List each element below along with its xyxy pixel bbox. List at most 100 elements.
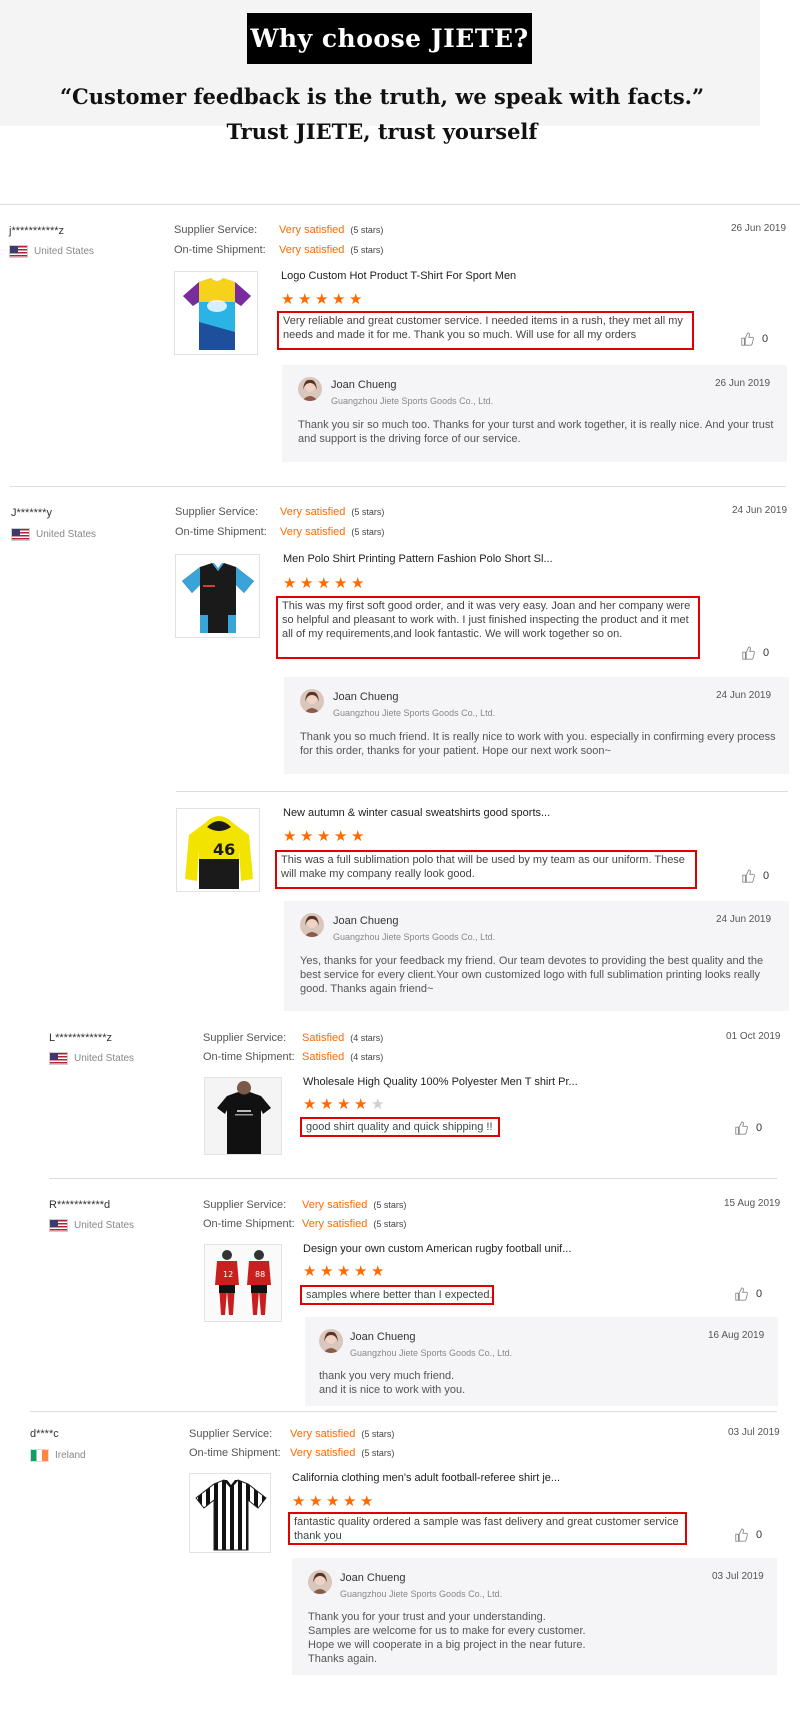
supplier-service-label: Supplier Service: <box>174 224 258 236</box>
supplier-service-row: Supplier Service: Satisfied (4 stars) <box>203 1032 383 1044</box>
product-thumbnail[interactable] <box>175 554 260 638</box>
like-count: 0 <box>756 1122 763 1134</box>
review-date: 15 Aug 2019 <box>724 1198 781 1209</box>
header-quote: “Customer feedback is the truth, we spea… <box>59 84 705 109</box>
seller-name: Joan Chueng <box>350 1331 416 1343</box>
like-button[interactable]: 0 <box>734 1121 762 1135</box>
supplier-service-row: Supplier Service: Very satisfied (5 stars) <box>174 224 383 236</box>
svg-text:46: 46 <box>213 840 235 859</box>
star-icon: ★ <box>309 1493 323 1510</box>
rating-stars: ★ ★ ★ ★ ★ <box>303 1097 386 1112</box>
ontime-shipment-rating: Very satisfied <box>302 1218 368 1230</box>
review-comment: This was a full sublimation polo that wi… <box>275 850 697 889</box>
divider <box>10 486 786 487</box>
star-icon: ★ <box>303 1263 317 1280</box>
review-date: 03 Jul 2019 <box>728 1427 780 1438</box>
supplier-service-stars: (4 stars) <box>350 1033 384 1043</box>
rating-stars: ★ ★ ★ ★ ★ <box>281 292 364 307</box>
thumbs-up-icon <box>735 1121 748 1135</box>
seller-avatar <box>300 689 324 713</box>
product-title[interactable]: California clothing men's adult football… <box>292 1472 560 1484</box>
product-thumbnail[interactable] <box>189 1473 271 1553</box>
star-icon: ★ <box>320 1096 334 1113</box>
like-button[interactable]: 0 <box>741 869 769 883</box>
like-count: 0 <box>763 870 770 882</box>
polo-shirt-image <box>182 563 254 633</box>
star-icon: ★ <box>360 1493 374 1510</box>
product-title[interactable]: Logo Custom Hot Product T-Shirt For Spor… <box>281 270 516 282</box>
supplier-service-rating: Very satisfied <box>279 224 345 236</box>
product-title[interactable]: New autumn & winter casual sweatshirts g… <box>283 807 550 819</box>
country-label: United States <box>74 1220 135 1231</box>
seller-name: Joan Chueng <box>333 691 399 703</box>
star-icon: ★ <box>300 828 314 845</box>
product-thumbnail[interactable]: 12 88 <box>204 1244 282 1322</box>
star-icon: ★ <box>300 575 314 592</box>
rating-stars: ★ ★ ★ ★ ★ <box>283 829 366 844</box>
star-icon: ★ <box>334 575 348 592</box>
star-icon: ★ <box>292 1493 306 1510</box>
referee-shirt-image <box>195 1479 267 1551</box>
star-icon: ★ <box>332 291 346 308</box>
star-empty-icon: ★ <box>371 1096 385 1113</box>
ontime-shipment-stars: (5 stars) <box>373 1219 407 1229</box>
thumbs-up-icon <box>742 869 755 883</box>
us-flag-icon <box>11 528 30 541</box>
reviewer-country: Ireland <box>30 1449 86 1462</box>
reply-text: Yes, thanks for your feedback my friend.… <box>300 955 764 995</box>
star-icon: ★ <box>317 828 331 845</box>
product-title[interactable]: Men Polo Shirt Printing Pattern Fashion … <box>283 553 553 565</box>
like-button[interactable]: 0 <box>734 1287 762 1301</box>
star-icon: ★ <box>315 291 329 308</box>
reviewer-name: J*******y <box>11 507 52 519</box>
supplier-service-row: Supplier Service: Very satisfied (5 stars) <box>189 1428 394 1440</box>
product-title[interactable]: Design your own custom American rugby fo… <box>303 1243 571 1255</box>
like-count: 0 <box>763 647 770 659</box>
star-icon: ★ <box>326 1493 340 1510</box>
thumbs-up-icon <box>741 332 754 346</box>
star-icon: ★ <box>337 1096 351 1113</box>
ontime-shipment-label: On-time Shipment: <box>174 244 266 256</box>
product-thumbnail[interactable] <box>174 271 258 355</box>
seller-company: Guangzhou Jiete Sports Goods Co., Ltd. <box>340 1589 503 1599</box>
reply-date: 26 Jun 2019 <box>715 378 771 389</box>
reply-date: 24 Jun 2019 <box>716 690 772 701</box>
ontime-shipment-row: On-time Shipment: Very satisfied (5 stars) <box>189 1447 394 1459</box>
supplier-service-rating: Very satisfied <box>302 1199 368 1211</box>
like-button[interactable]: 0 <box>741 646 769 660</box>
product-thumbnail[interactable] <box>204 1077 282 1155</box>
seller-name: Joan Chueng <box>331 379 397 391</box>
reviewer-name: L************z <box>49 1032 112 1044</box>
hoodie-image: 46 <box>185 816 253 889</box>
star-icon: ★ <box>283 575 297 592</box>
ontime-shipment-stars: (5 stars) <box>350 245 384 255</box>
ontime-shipment-row: On-time Shipment: Very satisfied (5 stars) <box>174 244 383 256</box>
svg-text:88: 88 <box>255 1270 265 1279</box>
us-flag-icon <box>9 245 28 258</box>
rating-stars: ★ ★ ★ ★ ★ <box>292 1494 375 1509</box>
review-comment: fantastic quality ordered a sample was f… <box>288 1512 687 1545</box>
like-button[interactable]: 0 <box>740 332 768 346</box>
reviewer-country: United States <box>49 1219 134 1232</box>
reviewer-country: United States <box>9 245 94 258</box>
seller-company: Guangzhou Jiete Sports Goods Co., Ltd. <box>331 396 494 406</box>
ontime-shipment-stars: (5 stars) <box>351 527 385 537</box>
supplier-service-stars: (5 stars) <box>373 1200 407 1210</box>
star-icon: ★ <box>283 828 297 845</box>
star-icon: ★ <box>354 1263 368 1280</box>
country-label: United States <box>74 1053 135 1064</box>
reply-date: 24 Jun 2019 <box>716 914 772 925</box>
supplier-service-rating: Satisfied <box>302 1032 345 1044</box>
like-button[interactable]: 0 <box>734 1528 762 1542</box>
product-title[interactable]: Wholesale High Quality 100% Polyester Me… <box>303 1076 578 1088</box>
star-icon: ★ <box>371 1263 385 1280</box>
reply-text: Thank you for your trust and your unders… <box>308 1611 586 1665</box>
product-thumbnail[interactable]: 46 <box>176 808 260 892</box>
rugby-uniform-image: 12 88 <box>205 1245 281 1321</box>
star-icon: ★ <box>334 828 348 845</box>
reviewer-country: United States <box>11 528 96 541</box>
star-icon: ★ <box>317 575 331 592</box>
seller-name: Joan Chueng <box>340 1572 406 1584</box>
thumbs-up-icon <box>735 1528 748 1542</box>
review-date: 01 Oct 2019 <box>726 1031 781 1042</box>
